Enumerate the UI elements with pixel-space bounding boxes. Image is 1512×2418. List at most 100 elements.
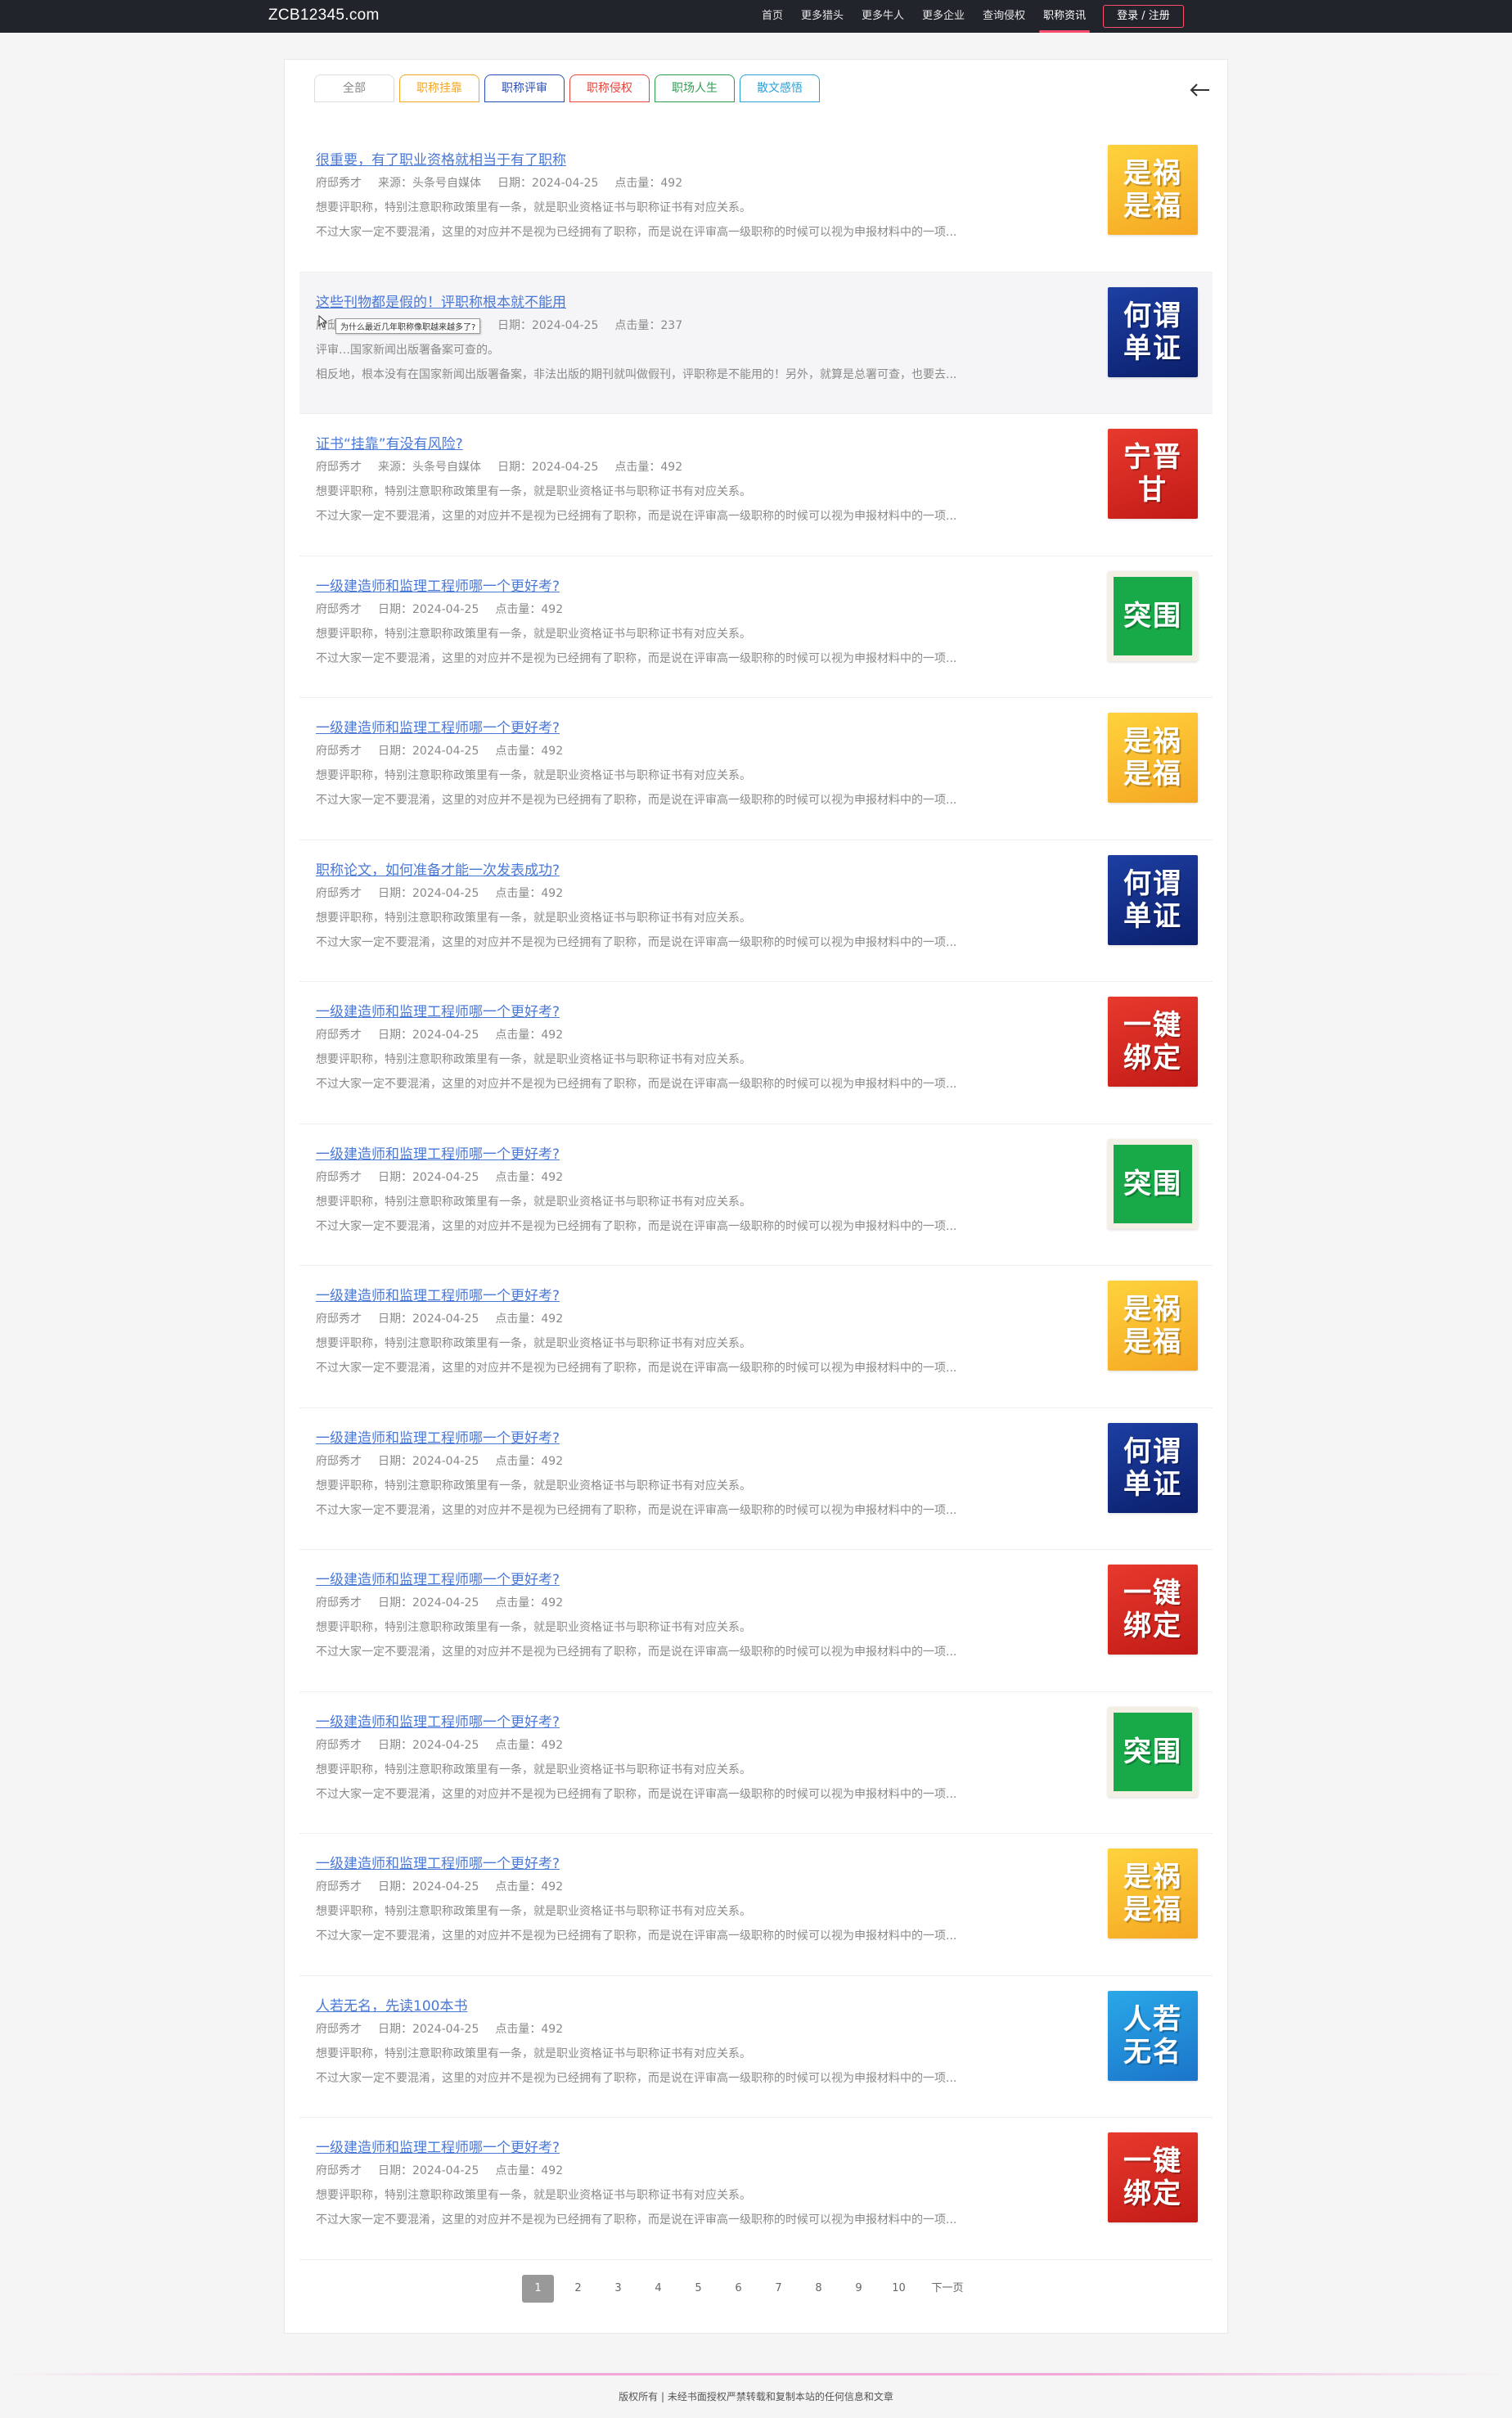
article-clicks: 点击量：492 [495, 1029, 564, 1042]
page-button[interactable]: 8 [803, 2275, 835, 2303]
page-button[interactable]: 4 [642, 2275, 674, 2303]
article-item[interactable]: 这些刊物都是假的！评职称根本就不能用府邸秀才来源：头条号自媒体日期：2024-0… [299, 272, 1213, 414]
article-item[interactable]: 一级建造师和监理工程师哪一个更好考? 府邸秀才 日期：2024-04-25 点击量：4… [299, 1266, 1213, 1408]
site-logo[interactable]: ZCB12345.com [268, 7, 380, 25]
article-meta: 府邸秀才 日期：2024-04-25 点击量：492 [316, 885, 579, 901]
article-summary-line1: 想要评职称，特别注意职称政策里有一条，就是职业资格证书与职称证书有对应关系。 [316, 201, 751, 214]
article-item[interactable]: 一级建造师和监理工程师哪一个更好考? 府邸秀才 日期：2024-04-25 点击量：4… [299, 2118, 1213, 2260]
article-title-link[interactable]: 一级建造师和监理工程师哪一个更好考? [316, 1284, 560, 1304]
article-meta: 府邸秀才 日期：2024-04-25 点击量：492 [316, 601, 579, 617]
article-title-link[interactable]: 一级建造师和监理工程师哪一个更好考? [316, 1000, 560, 1020]
article-title-link[interactable]: 证书“挂靠”有没有风险? [316, 432, 463, 453]
page-button[interactable]: 2 [562, 2275, 594, 2303]
article-item[interactable]: 证书“挂靠”有没有风险? 府邸秀才 来源：头条号自媒体 日期：2024-04-25 点击… [299, 414, 1213, 556]
article-summary-line1: 想要评职称，特别注意职称政策里有一条，就是职业资格证书与职称证书有对应关系。 [316, 1053, 751, 1066]
article-title-link[interactable]: 一级建造师和监理工程师哪一个更好考? [316, 716, 560, 736]
nav-companies[interactable]: 更多企业 [913, 0, 974, 33]
article-date: 日期：2024-04-25 [378, 2164, 479, 2177]
article-item[interactable]: 一级建造师和监理工程师哪一个更好考? 府邸秀才 日期：2024-04-25 点击量：4… [299, 1124, 1213, 1266]
article-meta: 府邸秀才 日期：2024-04-25 点击量：492 [316, 2020, 579, 2037]
category-tab[interactable]: 职称挂靠 [399, 74, 479, 102]
article-thumbnail[interactable]: 是祸是福 [1108, 1281, 1198, 1371]
nav-home[interactable]: 首页 [753, 0, 792, 33]
page-button[interactable]: 6 [722, 2275, 754, 2303]
article-item[interactable]: 职称论文，如何准备才能一次发表成功? 府邸秀才 日期：2024-04-25 点击量：4… [299, 840, 1213, 982]
article-item[interactable]: 一级建造师和监理工程师哪一个更好考? 府邸秀才 日期：2024-04-25 点击量：4… [299, 698, 1213, 840]
article-author: 府邸秀才 [316, 461, 362, 474]
article-clicks: 点击量：492 [495, 1738, 564, 1752]
article-title-link[interactable]: 人若无名，先读100本书 [316, 1994, 467, 2015]
article-thumbnail[interactable]: 宁晋甘 [1108, 429, 1198, 519]
article-title-link[interactable]: 一级建造师和监理工程师哪一个更好考? [316, 1710, 560, 1731]
page-button[interactable]: 1 [522, 2275, 554, 2303]
article-item[interactable]: 一级建造师和监理工程师哪一个更好考? 府邸秀才 日期：2024-04-25 点击量：4… [299, 1550, 1213, 1692]
article-summary-line1: 想要评职称，特别注意职称政策里有一条，就是职业资格证书与职称证书有对应关系。 [316, 627, 751, 641]
login-register-button[interactable]: 登录 / 注册 [1103, 5, 1184, 28]
article-item[interactable]: 很重要，有了职业资格就相当于有了职称府邸秀才 来源：头条号自媒体 日期：2024-0… [299, 130, 1213, 272]
back-arrow-icon[interactable] [1186, 76, 1214, 104]
article-summary-line1: 评审…国家新闻出版署备案可查的。 [316, 343, 499, 357]
category-tab[interactable]: 全部 [314, 74, 394, 102]
category-tab[interactable]: 散文感悟 [740, 74, 820, 102]
article-thumbnail[interactable]: 突围 [1108, 1138, 1198, 1229]
article-thumbnail[interactable]: 是祸是福 [1108, 145, 1198, 235]
article-thumbnail[interactable]: 突围 [1108, 1706, 1198, 1797]
article-item[interactable]: 一级建造师和监理工程师哪一个更好考? 府邸秀才 日期：2024-04-25 点击量：4… [299, 982, 1213, 1124]
article-item[interactable]: 一级建造师和监理工程师哪一个更好考? 府邸秀才 日期：2024-04-25 点击量：4… [299, 1834, 1213, 1976]
nav-talents[interactable]: 更多牛人 [853, 0, 913, 33]
article-thumbnail[interactable]: 人若无名 [1108, 1990, 1198, 2081]
article-item[interactable]: 一级建造师和监理工程师哪一个更好考? 府邸秀才 日期：2024-04-25 点击量：4… [299, 1692, 1213, 1834]
article-date: 日期：2024-04-25 [378, 745, 479, 758]
article-title-link[interactable]: 一级建造师和监理工程师哪一个更好考? [316, 1568, 560, 1588]
page-button[interactable]: 7 [763, 2275, 794, 2303]
article-summary-line2: 不过大家一定不要混淆，这里的对应并不是视为已经拥有了职称，而是说在评审高一级职称… [316, 651, 957, 665]
category-tab[interactable]: 职场人生 [655, 74, 735, 102]
page-button[interactable]: 10 [883, 2275, 915, 2303]
page-button[interactable]: 9 [843, 2275, 875, 2303]
article-summary-line1: 想要评职称，特别注意职称政策里有一条，就是职业资格证书与职称证书有对应关系。 [316, 1905, 751, 1918]
article-meta: 府邸秀才 来源：头条号自媒体 日期：2024-04-25 点击量：492 [316, 458, 699, 475]
article-thumbnail[interactable]: 突围 [1108, 570, 1198, 661]
nav-title-news[interactable]: 职称资讯 [1034, 0, 1095, 33]
article-meta: 府邸秀才 来源：头条号自媒体 日期：2024-04-25 点击量：492 [316, 174, 699, 191]
article-item[interactable]: 一级建造师和监理工程师哪一个更好考? 府邸秀才 日期：2024-04-25 点击量：4… [299, 1408, 1213, 1550]
article-title-link[interactable]: 职称论文，如何准备才能一次发表成功? [316, 858, 560, 879]
next-page-button[interactable]: 下一页 [923, 2275, 972, 2303]
article-title-link[interactable]: 一级建造师和监理工程师哪一个更好考? [316, 2136, 560, 2156]
thumbnail-green-panel: 突围 [1114, 1712, 1192, 1791]
article-thumbnail[interactable]: 一键绑定 [1108, 2132, 1198, 2222]
thumbnail-caption: 宁晋甘 [1123, 441, 1182, 507]
page-button[interactable]: 3 [602, 2275, 634, 2303]
article-thumbnail[interactable]: 一键绑定 [1108, 1565, 1198, 1655]
article-thumbnail[interactable]: 一键绑定 [1108, 997, 1198, 1087]
article-thumbnail[interactable]: 何谓单证 [1108, 1422, 1198, 1513]
nav-headhunters[interactable]: 更多猎头 [792, 0, 853, 33]
category-tab[interactable]: 职称评审 [484, 74, 565, 102]
pagination: 1 2 3 4 5 6 7 8 9 10 下一页 [522, 2275, 972, 2303]
article-title-link[interactable]: 一级建造师和监理工程师哪一个更好考? [316, 1426, 560, 1447]
article-summary-line2: 不过大家一定不要混淆，这里的对应并不是视为已经拥有了职称，而是说在评审高一级职称… [316, 1929, 957, 1943]
article-title-link[interactable]: 一级建造师和监理工程师哪一个更好考? [316, 1142, 560, 1163]
article-title-link[interactable]: 这些刊物都是假的！评职称根本就不能用 [316, 290, 566, 311]
article-title-link[interactable]: 一级建造师和监理工程师哪一个更好考? [316, 1852, 560, 1872]
article-thumbnail[interactable]: 何谓单证 [1108, 854, 1198, 945]
article-thumbnail[interactable]: 是祸是福 [1108, 1848, 1198, 1938]
article-summary-line1: 想要评职称，特别注意职称政策里有一条，就是职业资格证书与职称证书有对应关系。 [316, 1621, 751, 1634]
article-clicks: 点击量：492 [495, 1170, 564, 1184]
article-item[interactable]: 一级建造师和监理工程师哪一个更好考? 府邸秀才 日期：2024-04-25 点击量：4… [299, 556, 1213, 698]
nav-infringement-query[interactable]: 查询侵权 [974, 0, 1034, 33]
thumbnail-caption: 突围 [1123, 1735, 1182, 1768]
article-date: 日期：2024-04-25 [378, 1738, 479, 1752]
category-tab[interactable]: 职称侵权 [569, 74, 650, 102]
page-button[interactable]: 5 [682, 2275, 714, 2303]
news-card: 全部 职称挂靠 职称评审 职称侵权 职场人生 散文感悟 很重要，有了职业资格就相当于有了职… [284, 59, 1228, 2334]
article-title-link[interactable]: 很重要，有了职业资格就相当于有了职称 [316, 148, 566, 169]
article-item[interactable]: 人若无名，先读100本书 府邸秀才 日期：2024-04-25 点击量：492 想要评职… [299, 1976, 1213, 2118]
article-clicks: 点击量：492 [495, 2164, 564, 2177]
article-thumbnail[interactable]: 何谓单证 [1108, 286, 1198, 377]
article-thumbnail[interactable]: 是祸是福 [1108, 713, 1198, 803]
article-date: 日期：2024-04-25 [378, 1454, 479, 1468]
article-title-link[interactable]: 一级建造师和监理工程师哪一个更好考? [316, 574, 560, 595]
thumbnail-green-panel: 突围 [1114, 1144, 1192, 1223]
top-nav-bar: ZCB12345.com 首页 更多猎头 更多牛人 更多企业 查询侵权 职称资讯… [0, 0, 1512, 33]
